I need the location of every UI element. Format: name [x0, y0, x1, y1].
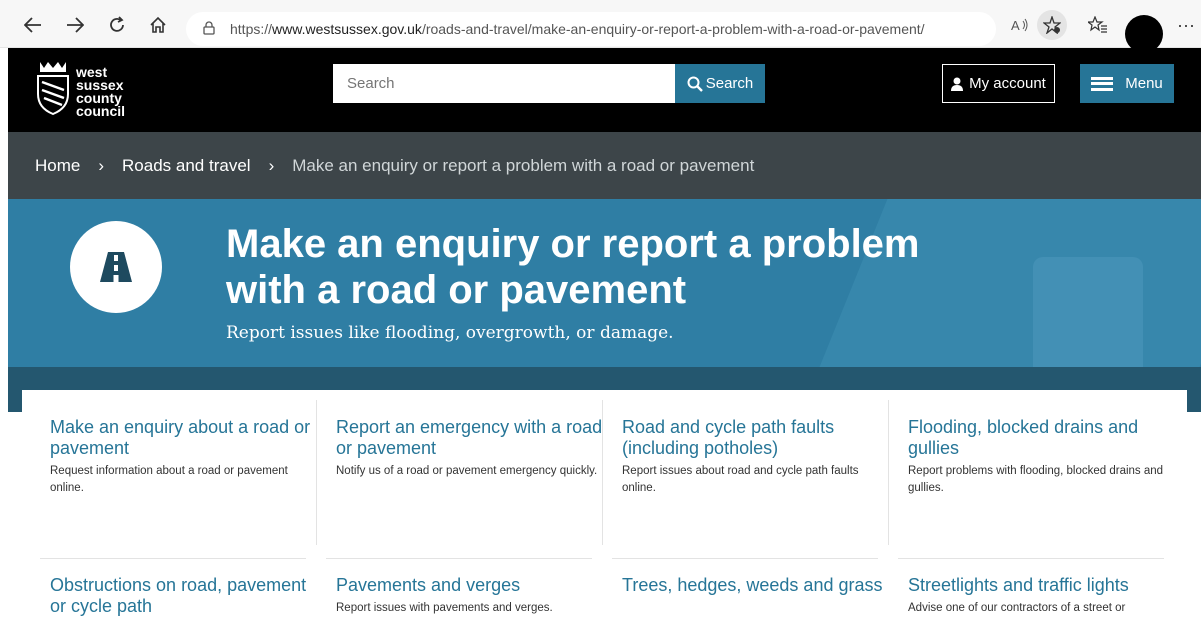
svg-text:A: A — [1011, 18, 1020, 32]
page-title: Make an enquiry or report a problem with… — [226, 222, 920, 312]
hamburger-icon — [1091, 76, 1114, 91]
service-card-title[interactable]: Trees, hedges, weeds and grass — [622, 575, 890, 596]
service-card-title[interactable]: Streetlights and traffic lights — [908, 575, 1176, 596]
service-card-title[interactable]: Obstructions on road, pavement or cycle … — [50, 575, 318, 617]
page-subtitle: Report issues like flooding, overgrowth,… — [226, 323, 674, 343]
service-card[interactable]: Trees, hedges, weeds and grass — [622, 575, 890, 600]
service-card[interactable]: Pavements and verges Report issues with … — [336, 575, 604, 617]
favorite-star-icon[interactable] — [1037, 10, 1067, 40]
breadcrumb-home[interactable]: Home — [35, 156, 80, 176]
divider — [612, 558, 878, 559]
hero-banner: Make an enquiry or report a problem with… — [8, 199, 1201, 412]
service-card[interactable]: Road and cycle path faults (including po… — [622, 417, 890, 497]
service-card[interactable]: Report an emergency with a road or pavem… — [336, 417, 604, 480]
service-card-title[interactable]: Road and cycle path faults (including po… — [622, 417, 890, 459]
forward-icon[interactable] — [60, 10, 90, 40]
refresh-icon[interactable] — [102, 10, 132, 40]
service-card-title[interactable]: Make an enquiry about a road or pavement — [50, 417, 318, 459]
crest-icon — [37, 62, 69, 116]
chevron-right-icon: › — [98, 155, 105, 175]
address-bar[interactable]: https://www.westsussex.gov.uk/roads-and-… — [186, 12, 996, 46]
search-button-label: Search — [705, 75, 754, 92]
read-aloud-icon[interactable]: A — [1005, 10, 1035, 40]
browser-toolbar: https://www.westsussex.gov.uk/roads-and-… — [0, 0, 1201, 53]
chevron-right-icon: › — [268, 155, 275, 175]
council-logo[interactable]: west sussex county council — [36, 60, 146, 120]
user-icon — [951, 77, 964, 91]
service-card-description: Report issues about road and cycle path … — [622, 465, 859, 494]
service-card-description: Report issues with pavements and verges. — [336, 602, 553, 614]
url-path: /roads-and-travel/make-an-enquiry-or-rep… — [421, 21, 925, 37]
divider — [898, 558, 1164, 559]
service-card-description: Report problems with flooding, blocked d… — [908, 465, 1164, 494]
service-card-description: Advise one of our contractors of a stree… — [908, 602, 1126, 614]
home-icon[interactable] — [143, 10, 173, 40]
service-card-title[interactable]: Report an emergency with a road or pavem… — [336, 417, 604, 459]
service-card-title[interactable]: Flooding, blocked drains and gullies — [908, 417, 1176, 459]
divider — [888, 400, 889, 545]
site-header: west sussex county council Search My acc… — [8, 48, 1201, 132]
menu-button[interactable]: Menu — [1080, 64, 1174, 103]
divider — [40, 558, 306, 559]
road-icon — [100, 252, 132, 282]
search-input[interactable] — [333, 64, 675, 103]
favorites-list-icon[interactable] — [1083, 10, 1113, 40]
breadcrumb: Home › Roads and travel › Make an enquir… — [8, 132, 1201, 199]
menu-label: Menu — [1125, 75, 1163, 92]
road-icon-circle — [70, 221, 162, 313]
service-card[interactable]: Flooding, blocked drains and gullies Rep… — [908, 417, 1176, 497]
url-prefix: https:// — [230, 21, 273, 37]
my-account-button[interactable]: My account — [942, 64, 1055, 103]
divider — [602, 400, 603, 545]
divider — [326, 558, 592, 559]
service-card[interactable]: Make an enquiry about a road or pavement… — [50, 417, 318, 497]
logo-line: council — [76, 103, 126, 119]
service-card[interactable]: Streetlights and traffic lights Advise o… — [908, 575, 1176, 617]
url-domain: www.westsussex.gov.uk — [272, 21, 422, 37]
service-card-title[interactable]: Pavements and verges — [336, 575, 604, 596]
service-card[interactable]: Obstructions on road, pavement or cycle … — [50, 575, 318, 617]
breadcrumb-roads-and-travel[interactable]: Roads and travel — [122, 156, 251, 176]
search-button[interactable]: Search — [675, 64, 765, 103]
service-card-description: Request information about a road or pave… — [50, 465, 288, 494]
services-grid: Make an enquiry about a road or pavement… — [22, 390, 1187, 617]
logo-wordmark: west sussex county council — [76, 65, 126, 119]
search-icon — [687, 76, 703, 92]
my-account-label: My account — [969, 75, 1046, 92]
lock-icon[interactable] — [202, 21, 216, 35]
divider — [316, 400, 317, 545]
breadcrumb-current: Make an enquiry or report a problem with… — [292, 155, 755, 175]
service-card-description: Notify us of a road or pavement emergenc… — [336, 465, 598, 477]
back-icon[interactable] — [18, 10, 48, 40]
more-options-icon[interactable]: ··· — [1171, 10, 1201, 40]
